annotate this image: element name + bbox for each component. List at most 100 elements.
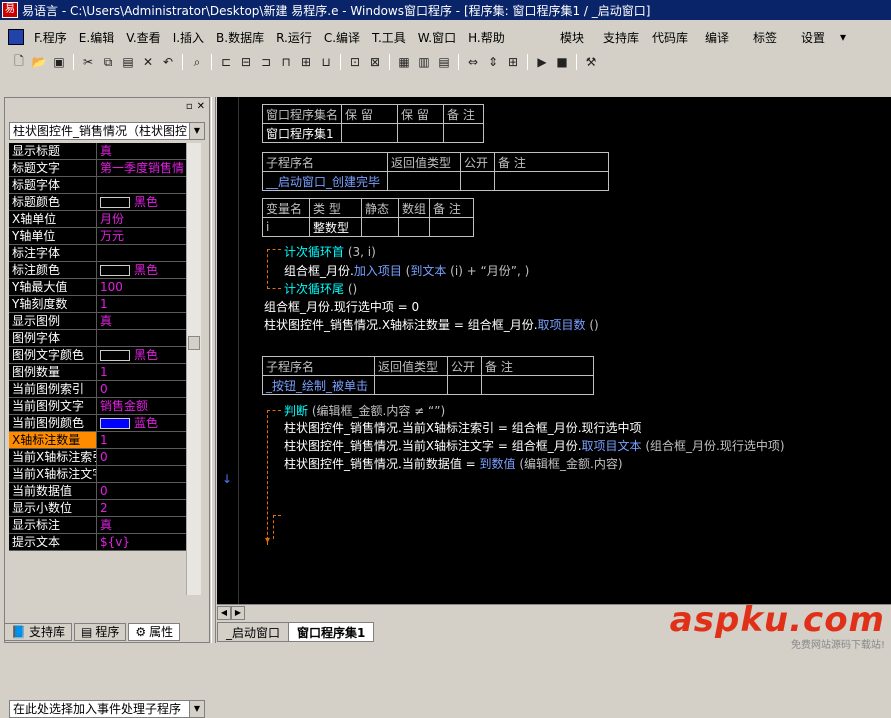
stop-icon[interactable]: ■	[553, 53, 571, 71]
property-row[interactable]: Y轴刻度数 1	[9, 296, 200, 313]
cut-icon[interactable]: ✂	[79, 53, 97, 71]
cell[interactable]	[481, 375, 594, 395]
align-left-icon[interactable]: ⊏	[217, 53, 235, 71]
object-selector[interactable]: 柱状图控件_销售情况（柱状图控 ▼	[9, 122, 205, 140]
window-icon[interactable]: ▦	[395, 53, 413, 71]
code-line-axis-index[interactable]: 柱状图控件_销售情况.当前X轴标注索引 = 组合框_月份.现行选中项	[284, 419, 642, 436]
menu-compile[interactable]: C.编译	[318, 29, 366, 46]
property-row[interactable]: 标题文字 第一季度销售情	[9, 160, 200, 177]
menu-insert[interactable]: I.插入	[167, 29, 210, 46]
property-value[interactable]: 蓝色	[97, 415, 200, 431]
scroll-left-icon[interactable]: ◀	[217, 606, 231, 620]
property-value[interactable]: 1	[97, 296, 200, 312]
paste-icon[interactable]: ▤	[119, 53, 137, 71]
resize-h-icon[interactable]: ⇔	[464, 53, 482, 71]
property-value[interactable]: 2	[97, 500, 200, 516]
property-scrollbar[interactable]	[186, 143, 201, 595]
cell[interactable]	[361, 217, 399, 237]
property-row[interactable]: Y轴单位 万元	[9, 228, 200, 245]
menu-program[interactable]: F.程序	[28, 29, 73, 46]
cell[interactable]	[460, 171, 495, 191]
property-value[interactable]: 0	[97, 483, 200, 499]
tab-properties[interactable]: ⚙ 属性	[128, 623, 181, 641]
code-line-add-item[interactable]: 组合框_月份.加入项目 (到文本 (i) + “月份”, )	[284, 262, 529, 279]
align-center-icon[interactable]: ⊟	[237, 53, 255, 71]
debug-icon[interactable]: ⚒	[582, 53, 600, 71]
property-value[interactable]: 真	[97, 143, 200, 159]
menu-support-lib[interactable]: 支持库	[603, 26, 639, 48]
cell[interactable]	[447, 375, 482, 395]
code-line-axis-text[interactable]: 柱状图控件_销售情况.当前X轴标注文字 = 组合框_月份.取项目文本 (组合框_…	[284, 437, 785, 454]
property-row[interactable]: 图例数量 1	[9, 364, 200, 381]
menu-window[interactable]: W.窗口	[412, 29, 462, 46]
code-line-if[interactable]: 判断 (编辑框_金额.内容 ≠ “”)	[284, 402, 445, 419]
menu-edit[interactable]: E.编辑	[73, 29, 120, 46]
cell[interactable]	[387, 171, 461, 191]
property-row[interactable]: 提示文本 ${v}	[9, 534, 200, 551]
property-row[interactable]: 标注颜色 黑色	[9, 262, 200, 279]
menu-run[interactable]: R.运行	[270, 29, 318, 46]
scroll-right-icon[interactable]: ▶	[231, 606, 245, 620]
property-row[interactable]: 标题颜色 黑色	[9, 194, 200, 211]
list-icon[interactable]: ▤	[435, 53, 453, 71]
property-value[interactable]	[97, 466, 200, 482]
property-row[interactable]: 显示标题真	[9, 143, 200, 160]
tab-assembly-1[interactable]: 窗口程序集1	[288, 622, 375, 642]
tab-support-lib[interactable]: 📘 支持库	[4, 623, 72, 641]
property-row[interactable]: 当前数据值 0	[9, 483, 200, 500]
property-row[interactable]: 标注字体	[9, 245, 200, 262]
align-bottom-icon[interactable]: ⊔	[317, 53, 335, 71]
resize-v-icon[interactable]: ⇕	[484, 53, 502, 71]
run-icon[interactable]: ▶	[533, 53, 551, 71]
menu-module[interactable]: 模块	[560, 26, 584, 48]
property-row[interactable]: 显示小数位 2	[9, 500, 200, 517]
property-value[interactable]: 销售金额	[97, 398, 200, 414]
menu-help[interactable]: H.帮助	[462, 29, 511, 46]
menu-code-lib[interactable]: 代码库	[652, 26, 688, 48]
align-top-icon[interactable]: ⊓	[277, 53, 295, 71]
save-icon[interactable]: ▣	[50, 53, 68, 71]
property-row[interactable]: 当前图例索引 0	[9, 381, 200, 398]
layout-a-icon[interactable]: ⊡	[346, 53, 364, 71]
color-swatch[interactable]	[100, 349, 130, 361]
property-value[interactable]: 100	[97, 279, 200, 295]
var-name-cell[interactable]: i	[262, 217, 310, 237]
property-row[interactable]: 当前图例文字 销售金额	[9, 398, 200, 415]
code-line-loop-start[interactable]: 计次循环首 (3, i)	[284, 243, 376, 260]
property-value[interactable]: 真	[97, 313, 200, 329]
property-value[interactable]: 0	[97, 449, 200, 465]
event-selector[interactable]: 在此处选择加入事件处理子程序 ▼	[9, 700, 205, 718]
property-value[interactable]	[97, 177, 200, 193]
property-row[interactable]: 当前图例颜色 蓝色	[9, 415, 200, 432]
find-icon[interactable]: ⌕	[188, 53, 206, 71]
property-row[interactable]: 图例文字颜色 黑色	[9, 347, 200, 364]
property-row[interactable]: Y轴最大值 100	[9, 279, 200, 296]
property-row[interactable]: X轴单位 月份	[9, 211, 200, 228]
var-type-cell[interactable]: 整数型	[309, 217, 362, 237]
grid-icon[interactable]: ▥	[415, 53, 433, 71]
property-value[interactable]: 月份	[97, 211, 200, 227]
layout-b-icon[interactable]: ⊠	[366, 53, 384, 71]
property-value[interactable]	[97, 245, 200, 261]
sub-name-cell[interactable]: __启动窗口_创建完毕	[262, 171, 388, 191]
property-value[interactable]: 万元	[97, 228, 200, 244]
color-swatch[interactable]	[100, 264, 130, 276]
property-row[interactable]: 当前X轴标注文字	[9, 466, 200, 483]
object-selector-arrow-icon[interactable]: ▼	[189, 123, 204, 139]
settings-dropdown-icon[interactable]: ▾	[840, 26, 846, 48]
property-value[interactable]: 黑色	[97, 194, 200, 210]
menu-compile-right[interactable]: 编译	[705, 26, 729, 48]
color-swatch[interactable]	[100, 196, 130, 208]
code-line-select[interactable]: 组合框_月份.现行选中项 = 0	[264, 298, 419, 315]
property-value[interactable]: 1	[97, 432, 200, 448]
menu-label[interactable]: 标签	[753, 26, 777, 48]
assembly-name-cell[interactable]: 窗口程序集1	[261, 123, 343, 143]
property-row[interactable]: 图例字体	[9, 330, 200, 347]
property-value[interactable]: ${v}	[97, 534, 200, 550]
menu-database[interactable]: B.数据库	[210, 29, 270, 46]
panel-close-icon[interactable]: ✕	[197, 101, 205, 112]
open-file-icon[interactable]: 📂	[30, 53, 48, 71]
property-value[interactable]: 第一季度销售情	[97, 160, 200, 176]
panel-splitter[interactable]	[211, 97, 216, 643]
cell[interactable]	[397, 217, 431, 237]
